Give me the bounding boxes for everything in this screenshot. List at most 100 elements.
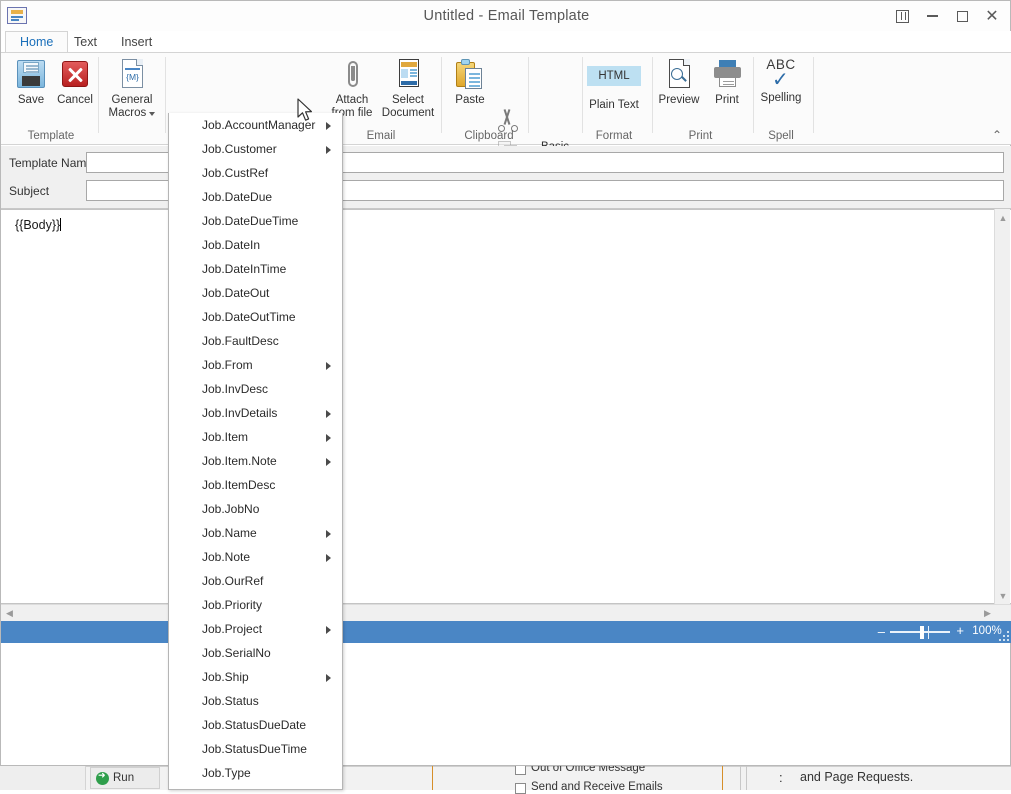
email-template-window: Untitled - Email Template ✕ Home Text In… — [0, 0, 1011, 766]
menu-item[interactable]: Job.DateDueTime — [169, 209, 342, 233]
tab-text[interactable]: Text — [59, 31, 112, 53]
menu-item[interactable]: Job.Item — [169, 425, 342, 449]
menu-item-label: Job.CustRef — [202, 166, 268, 180]
menu-item[interactable]: Job.Priority — [169, 593, 342, 617]
select-document-button[interactable]: Select Document — [382, 57, 434, 120]
zoom-out-button[interactable]: – — [878, 626, 885, 637]
divider — [746, 766, 747, 790]
menu-item[interactable]: Job.Ship — [169, 665, 342, 689]
pin-icon[interactable] — [887, 4, 917, 28]
menu-item-label: Job.InvDetails — [202, 406, 277, 420]
context-macros-menu[interactable]: Job.AccountManager Job.Customer Job.CustRe… — [168, 113, 343, 790]
submenu-arrow-icon — [326, 146, 331, 154]
zoom-in-button[interactable]: + — [956, 625, 964, 637]
menu-item[interactable]: Job.Name — [169, 521, 342, 545]
menu-item[interactable]: Job.JobNo — [169, 497, 342, 521]
format-plain-text-button[interactable]: Plain Text — [582, 95, 646, 115]
menu-item[interactable]: Job.Type — [169, 761, 342, 785]
close-icon[interactable]: ✕ — [977, 4, 1007, 28]
group-label-format: Format — [582, 130, 646, 142]
menu-item-label: Job.Name — [202, 526, 257, 540]
menu-item[interactable]: Job.StatusDueDate — [169, 713, 342, 737]
spelling-button-label: Spelling — [761, 92, 802, 105]
zoom-slider-thumb[interactable] — [920, 626, 924, 639]
email-body-editor[interactable]: {{Body}} — [1, 209, 1011, 604]
scroll-right-icon[interactable]: ▶ — [979, 605, 996, 621]
group-divider — [165, 57, 166, 133]
run-icon — [96, 772, 109, 785]
menu-item[interactable]: Job.OurRef — [169, 569, 342, 593]
menu-item-label: Job.DateDueTime — [202, 214, 298, 228]
print-button[interactable]: Print — [701, 57, 753, 107]
general-macros-label2[interactable]: Macros — [109, 107, 156, 120]
menu-item-label: Job.Customer — [202, 142, 277, 156]
menu-item[interactable]: Job.DateOutTime — [169, 305, 342, 329]
submenu-arrow-icon — [326, 674, 331, 682]
cancel-button[interactable]: Cancel — [49, 57, 101, 107]
preview-button[interactable]: Preview — [653, 57, 705, 107]
attach-from-file-button[interactable]: Attach from file — [326, 57, 378, 120]
check-icon: ✓ — [772, 70, 789, 90]
menu-item[interactable]: Job.DateDue — [169, 185, 342, 209]
menu-item[interactable]: Job.DateInTime — [169, 257, 342, 281]
menu-item-label: Job.Ship — [202, 670, 249, 684]
format-html-button[interactable]: HTML — [587, 66, 641, 86]
paste-button-label: Paste — [455, 94, 484, 107]
scroll-up-icon[interactable]: ▲ — [995, 209, 1011, 226]
tab-insert[interactable]: Insert — [106, 31, 167, 53]
menu-item[interactable]: Job.Customer — [169, 137, 342, 161]
send-receive-checkbox[interactable] — [515, 783, 526, 794]
menu-item-label: Job.InvDesc — [202, 382, 268, 396]
submenu-arrow-icon — [326, 410, 331, 418]
menu-item-label: Job.DateInTime — [202, 262, 286, 276]
collapse-ribbon-button[interactable]: ⌃ — [992, 128, 1002, 142]
menu-item[interactable]: Job.StatusDueTime — [169, 737, 342, 761]
menu-item-label: Job.Type — [202, 766, 251, 780]
menu-item-label: Job.DateOutTime — [202, 310, 296, 324]
menu-item[interactable]: Job.CustRef — [169, 161, 342, 185]
menu-item[interactable]: Job.ItemDesc — [169, 473, 342, 497]
run-button[interactable]: Run — [90, 767, 160, 789]
horizontal-scrollbar[interactable]: ◀ ▶ — [1, 604, 1011, 621]
divider-orange — [432, 766, 433, 790]
select-document-icon — [391, 57, 425, 91]
menu-item[interactable]: Job.From — [169, 353, 342, 377]
menu-item[interactable]: Job.Note — [169, 545, 342, 569]
subject-label: Subject — [9, 184, 49, 198]
send-receive-label: Send and Receive Emails — [531, 781, 663, 793]
printer-icon — [710, 57, 744, 91]
scroll-down-icon[interactable]: ▼ — [995, 587, 1011, 604]
scroll-left-icon[interactable]: ◀ — [1, 605, 18, 621]
menu-item[interactable]: Job.Project — [169, 617, 342, 641]
menu-item[interactable]: Job.InvDesc — [169, 377, 342, 401]
submenu-arrow-icon — [326, 434, 331, 442]
maximize-icon[interactable] — [947, 4, 977, 28]
menu-item[interactable]: Job.SerialNo — [169, 641, 342, 665]
spelling-button[interactable]: ABC ✓ Spelling — [758, 57, 804, 105]
menu-item[interactable]: Job.DateIn — [169, 233, 342, 257]
menu-item[interactable]: Job.FaultDesc — [169, 329, 342, 353]
menu-item[interactable]: Job.DateOut — [169, 281, 342, 305]
paste-button[interactable]: Paste — [444, 57, 496, 107]
group-divider — [753, 57, 754, 133]
divider-orange — [722, 766, 723, 790]
select-document-label: Select — [392, 94, 424, 107]
general-macros-button[interactable]: {M} General Macros — [105, 57, 159, 120]
menu-item-label: Job.FaultDesc — [202, 334, 279, 348]
group-label-spell: Spell — [756, 130, 806, 142]
background-toolbar-cell — [0, 766, 86, 790]
menu-item[interactable]: Job.Status — [169, 689, 342, 713]
preview-button-label: Preview — [659, 94, 700, 107]
menu-item[interactable]: Job.AccountManager — [169, 113, 342, 137]
spelling-icon: ABC ✓ — [761, 57, 801, 91]
vertical-scrollbar[interactable]: ▲ ▼ — [994, 209, 1010, 604]
attach-label: Attach — [336, 94, 369, 107]
menu-item-label: Job.Note — [202, 550, 250, 564]
colon-marker: : — [779, 770, 783, 785]
menu-item[interactable]: Job.InvDetails — [169, 401, 342, 425]
menu-item-label: Job.Project — [202, 622, 262, 636]
minimize-icon[interactable] — [917, 4, 947, 28]
resize-grip[interactable] — [999, 631, 1010, 642]
menu-item[interactable]: Job.Item.Note — [169, 449, 342, 473]
email-body-text: {{Body}} — [15, 218, 61, 232]
